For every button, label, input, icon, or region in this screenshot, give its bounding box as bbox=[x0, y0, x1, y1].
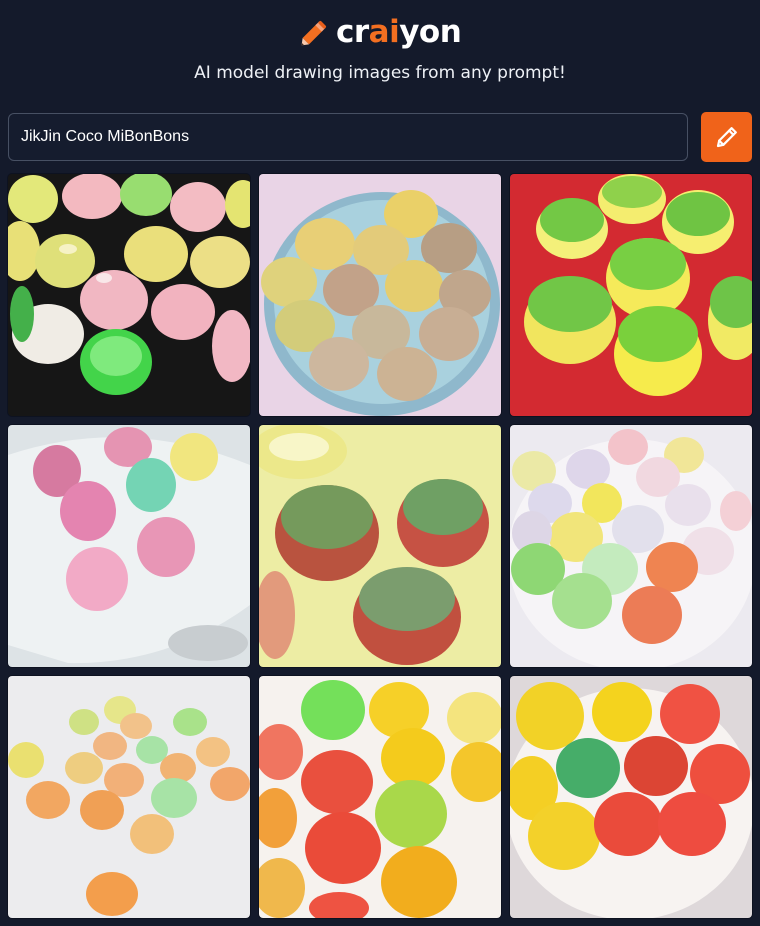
result-image[interactable] bbox=[259, 425, 501, 667]
header: craiyon AI model drawing images from any… bbox=[0, 0, 760, 100]
craiyon-logo[interactable]: craiyon bbox=[298, 12, 462, 52]
result-image[interactable] bbox=[8, 425, 250, 667]
tagline: AI model drawing images from any prompt! bbox=[194, 63, 566, 83]
draw-button[interactable] bbox=[701, 112, 752, 162]
result-image[interactable] bbox=[8, 676, 250, 918]
result-image[interactable] bbox=[510, 676, 752, 918]
pencil-icon bbox=[301, 20, 327, 46]
result-image[interactable] bbox=[8, 174, 250, 416]
brand-name: craiyon bbox=[336, 14, 462, 50]
result-image[interactable] bbox=[510, 425, 752, 667]
result-image[interactable] bbox=[510, 174, 752, 416]
result-image[interactable] bbox=[259, 676, 501, 918]
pencil-icon bbox=[716, 127, 737, 148]
result-image[interactable] bbox=[259, 174, 501, 416]
prompt-input[interactable] bbox=[8, 113, 688, 161]
